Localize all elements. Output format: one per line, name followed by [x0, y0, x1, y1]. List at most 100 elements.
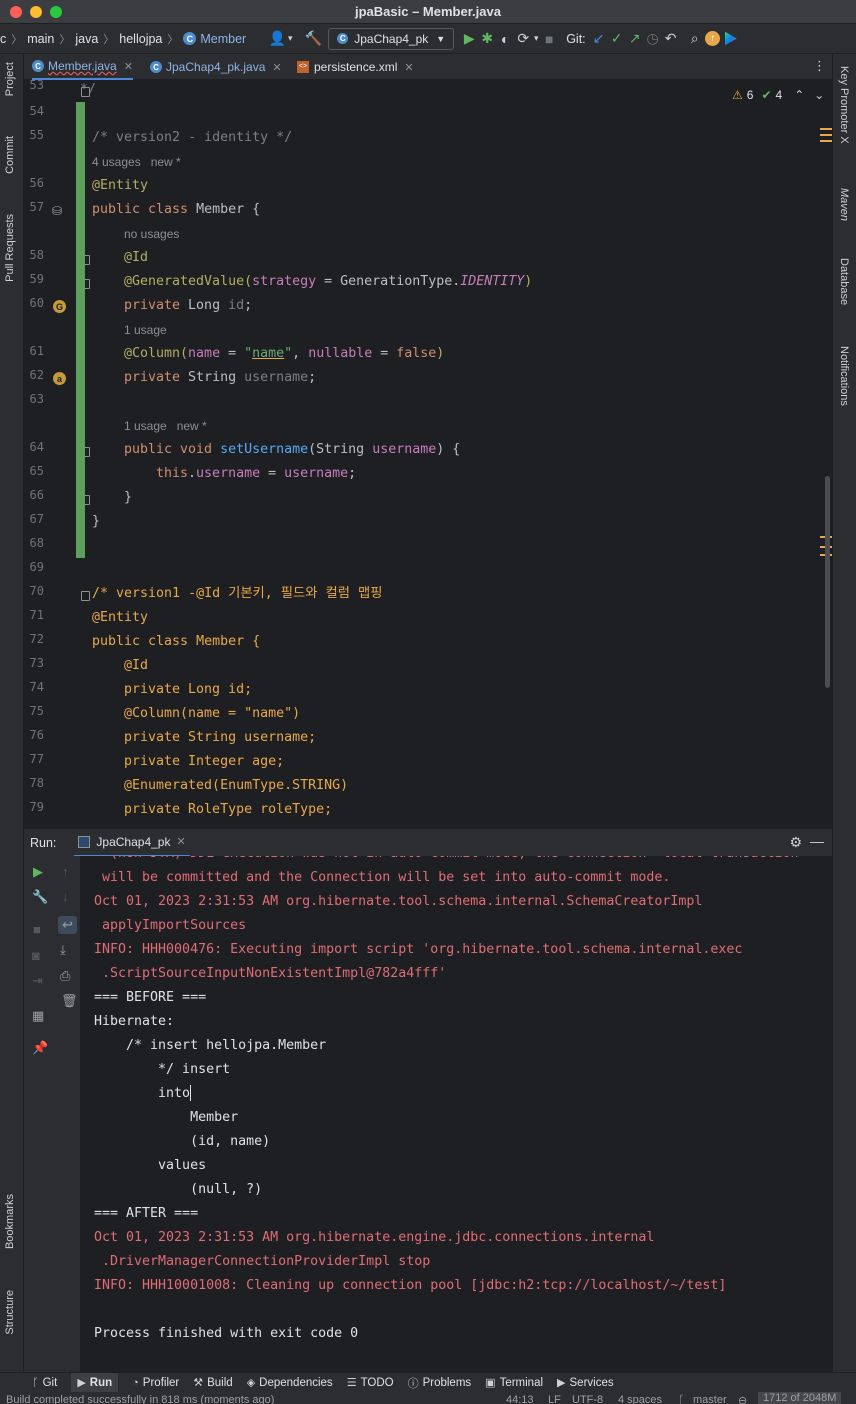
maven-tool-button[interactable]: Maven	[838, 188, 850, 221]
usages-hint[interactable]: 1 usage new *	[124, 414, 207, 438]
breadcrumb-item[interactable]: Member	[200, 32, 246, 46]
profiler-tool-button[interactable]: ◔ Profiler	[132, 1377, 179, 1389]
camera-icon[interactable]: ◙	[32, 948, 40, 963]
code-token: )	[436, 346, 445, 361]
code-line: /* version2 - identity */	[92, 126, 292, 150]
line-number: 55	[29, 128, 44, 142]
breadcrumb-item[interactable]: java	[75, 32, 98, 46]
vcs-change-marker[interactable]	[76, 102, 85, 558]
jetbrains-logo-icon[interactable]	[722, 29, 740, 49]
git-branch[interactable]: master	[693, 1394, 727, 1404]
database-entity-icon[interactable]: ⛁	[52, 204, 62, 218]
breadcrumb-item[interactable]: main	[27, 32, 54, 46]
history-icon[interactable]: ◷	[644, 29, 662, 49]
close-icon[interactable]: ✕	[176, 835, 185, 848]
caret-position[interactable]: 44:13	[506, 1394, 534, 1404]
usages-hint[interactable]: 4 usages new *	[92, 150, 181, 174]
profile-icon[interactable]: ⟳	[514, 29, 532, 49]
line-separator[interactable]: LF	[548, 1394, 561, 1404]
tool-label: Profiler	[142, 1376, 180, 1389]
file-encoding[interactable]: UTF-8	[572, 1394, 603, 1404]
structure-tool-button[interactable]: Structure	[4, 1290, 16, 1335]
git-push-icon[interactable]: ↗	[626, 29, 644, 49]
error-stripe-mark[interactable]	[820, 134, 832, 136]
generated-value-icon[interactable]: G	[53, 300, 66, 313]
build-tool-button[interactable]: ⚒ Build	[193, 1376, 232, 1390]
error-stripe-mark[interactable]	[820, 128, 832, 130]
trash-icon[interactable]: 🗑	[61, 993, 78, 1009]
run-configuration-select[interactable]: C JpaChap4_pk ▼	[328, 27, 455, 50]
chevron-right-icon: 〉	[11, 33, 23, 46]
project-tool-button[interactable]: Project	[4, 62, 16, 96]
git-commit-icon[interactable]: ✓	[608, 29, 626, 49]
tab-persistence-xml[interactable]: <> persistence.xml ✕	[297, 54, 414, 80]
chevron-down-icon[interactable]: ▾	[532, 29, 540, 49]
status-message[interactable]: Build completed successfully in 818 ms (…	[6, 1394, 274, 1404]
todo-tool-button[interactable]: ☰ TODO	[347, 1376, 394, 1390]
run-tool-button[interactable]: ▶ Run	[71, 1372, 119, 1393]
bookmarks-tool-button[interactable]: Bookmarks	[4, 1194, 16, 1249]
editor-scrollbar[interactable]	[825, 476, 830, 688]
memory-indicator[interactable]: 1712 of 2048M	[758, 1392, 842, 1404]
dependencies-tool-button[interactable]: ◈ Dependencies	[247, 1376, 333, 1390]
code-editor[interactable]: 53 54 55 56 57 58 59 60 61 62 63 64 65 6…	[24, 80, 832, 828]
line-number: 69	[29, 560, 44, 574]
chevron-down-icon[interactable]: ▾	[286, 29, 294, 49]
fold-icon[interactable]	[81, 591, 90, 601]
arrow-down-icon[interactable]: ↓	[62, 889, 69, 904]
database-tool-button[interactable]: Database	[838, 258, 850, 305]
chevron-up-icon[interactable]: ⌃	[794, 88, 804, 102]
git-update-icon[interactable]: ↙	[590, 29, 608, 49]
line-number: 57	[29, 200, 44, 214]
breadcrumb-item[interactable]: c	[0, 32, 6, 46]
arrow-up-icon[interactable]: ↑	[62, 864, 69, 879]
indent-setting[interactable]: 4 spaces	[618, 1394, 662, 1404]
close-icon[interactable]: ✕	[272, 61, 281, 74]
git-tool-button[interactable]: ᚴ Git	[32, 1377, 57, 1389]
run-icon[interactable]: ▶	[460, 29, 478, 49]
debug-icon[interactable]: ✱	[478, 29, 496, 49]
problems-tool-button[interactable]: ⓘ Problems	[408, 1375, 472, 1391]
close-icon[interactable]: ✕	[404, 61, 413, 74]
wrench-icon[interactable]: 🔧	[32, 889, 48, 905]
commit-tool-button[interactable]: Commit	[4, 136, 16, 174]
rerun-icon[interactable]: ▶	[33, 864, 43, 880]
minimize-panel-icon[interactable]: —	[810, 833, 824, 849]
left-tool-strip: Project Commit Pull Requests Bookmarks S…	[0, 54, 24, 1372]
more-tabs-icon[interactable]: ⋮	[813, 58, 826, 74]
close-icon[interactable]: ✕	[124, 60, 133, 73]
update-icon[interactable]: ↑	[704, 29, 722, 49]
layout-icon[interactable]: ▦	[32, 1008, 44, 1024]
tab-jpachap4-pk-java[interactable]: C JpaChap4_pk.java ✕	[150, 54, 282, 80]
tab-run-jpachap4-pk[interactable]: JpaChap4_pk ✕	[74, 829, 190, 857]
console-output[interactable]: (non-JTA) DDL execution was not in auto-…	[80, 856, 832, 1372]
exit-icon[interactable]: ⇥	[32, 973, 43, 989]
breadcrumb-item[interactable]: hellojpa	[119, 32, 162, 46]
hammer-icon[interactable]: 🔨	[304, 29, 322, 49]
print-icon[interactable]: ⎙	[60, 968, 70, 984]
coverage-icon[interactable]: ◐	[496, 29, 514, 49]
stop-icon[interactable]: ■	[540, 29, 558, 49]
field-annotation-icon[interactable]: a	[53, 372, 66, 385]
soft-wrap-icon[interactable]: ↩	[58, 916, 77, 934]
key-promoter-tool-button[interactable]: Key Promoter X	[838, 66, 850, 144]
user-icon[interactable]: 👤	[268, 29, 286, 49]
rollback-icon[interactable]: ↶	[662, 29, 680, 49]
usages-hint[interactable]: 1 usage	[124, 318, 167, 342]
class-icon: C	[183, 32, 197, 45]
usages-hint[interactable]: no usages	[124, 222, 179, 246]
terminal-tool-button[interactable]: ▣ Terminal	[485, 1376, 543, 1390]
chevron-down-icon[interactable]: ⌄	[814, 88, 824, 102]
notifications-tool-button[interactable]: Notifications	[838, 346, 850, 406]
stop-icon[interactable]: ■	[33, 922, 41, 937]
pull-requests-tool-button[interactable]: Pull Requests	[4, 214, 16, 282]
error-stripe-mark[interactable]	[820, 140, 832, 142]
services-tool-button[interactable]: ▶ Services	[557, 1376, 614, 1390]
gear-icon[interactable]: ⚙	[789, 834, 802, 851]
code-area[interactable]: */ /* version2 - identity */ 4 usages ne…	[80, 80, 822, 828]
tab-member-java[interactable]: C Member.java ✕	[32, 54, 133, 80]
search-icon[interactable]: ⌕	[686, 29, 704, 49]
scroll-to-end-icon[interactable]: ⤓	[60, 942, 66, 958]
pin-icon[interactable]: 📌	[32, 1040, 48, 1056]
inspection-widget[interactable]: ⚠ 6 ✔ 4 ⌃ ⌄	[732, 88, 824, 102]
